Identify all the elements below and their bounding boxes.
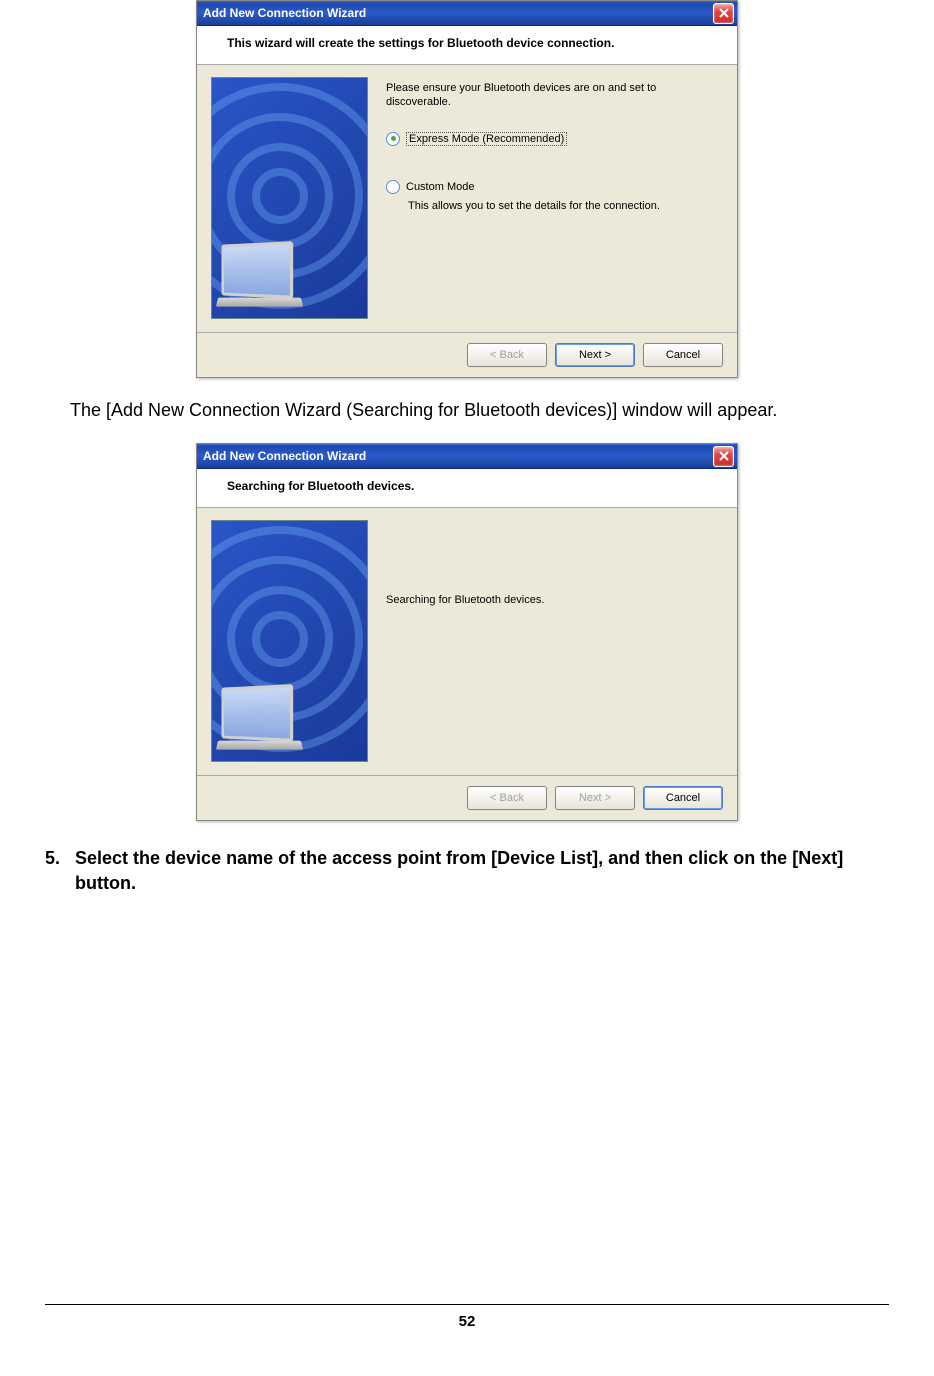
step-5: 5. Select the device name of the access … xyxy=(45,846,899,896)
page-number: 52 xyxy=(459,1313,476,1330)
window-title: Add New Connection Wizard xyxy=(203,6,713,20)
wizard-content: Searching for Bluetooth devices. xyxy=(197,508,737,775)
close-icon[interactable] xyxy=(713,3,734,24)
instruction-text: Please ensure your Bluetooth devices are… xyxy=(386,81,717,110)
wizard-right-pane: Searching for Bluetooth devices. xyxy=(368,520,723,765)
wizard-dialog-1: Add New Connection Wizard This wizard wi… xyxy=(196,0,738,378)
next-button[interactable]: Next > xyxy=(555,786,635,810)
wizard-header: Searching for Bluetooth devices. xyxy=(197,469,737,508)
cancel-button[interactable]: Cancel xyxy=(643,786,723,810)
footer-divider xyxy=(45,1304,889,1305)
radio-button-selected-icon[interactable] xyxy=(386,132,400,146)
wizard-right-pane: Please ensure your Bluetooth devices are… xyxy=(368,77,723,322)
laptop-icon xyxy=(217,686,317,756)
back-button[interactable]: < Back xyxy=(467,343,547,367)
button-bar: < Back Next > Cancel xyxy=(197,332,737,377)
wizard-sidebar-image xyxy=(211,77,368,319)
step-text: Select the device name of the access poi… xyxy=(75,846,899,896)
back-button[interactable]: < Back xyxy=(467,786,547,810)
wizard-sidebar-image xyxy=(211,520,368,762)
window-title: Add New Connection Wizard xyxy=(203,449,713,463)
close-icon[interactable] xyxy=(713,446,734,467)
titlebar[interactable]: Add New Connection Wizard xyxy=(197,1,737,26)
radio-custom-row[interactable]: Custom Mode xyxy=(386,180,717,194)
titlebar[interactable]: Add New Connection Wizard xyxy=(197,444,737,469)
document-paragraph: The [Add New Connection Wizard (Searchin… xyxy=(70,398,874,423)
radio-label-custom: Custom Mode xyxy=(406,181,474,193)
next-button[interactable]: Next > xyxy=(555,343,635,367)
button-bar: < Back Next > Cancel xyxy=(197,775,737,820)
laptop-icon xyxy=(217,243,317,313)
wizard-dialog-2: Add New Connection Wizard Searching for … xyxy=(196,443,738,821)
cancel-button[interactable]: Cancel xyxy=(643,343,723,367)
wizard-header: This wizard will create the settings for… xyxy=(197,26,737,65)
page-footer: 52 xyxy=(0,1304,934,1331)
wizard-content: Please ensure your Bluetooth devices are… xyxy=(197,65,737,332)
radio-label-express: Express Mode (Recommended) xyxy=(406,132,567,146)
radio-button-icon[interactable] xyxy=(386,180,400,194)
custom-mode-description: This allows you to set the details for t… xyxy=(386,200,717,212)
step-number: 5. xyxy=(45,846,75,896)
status-text: Searching for Bluetooth devices. xyxy=(386,594,717,606)
radio-express-row[interactable]: Express Mode (Recommended) xyxy=(386,132,717,146)
